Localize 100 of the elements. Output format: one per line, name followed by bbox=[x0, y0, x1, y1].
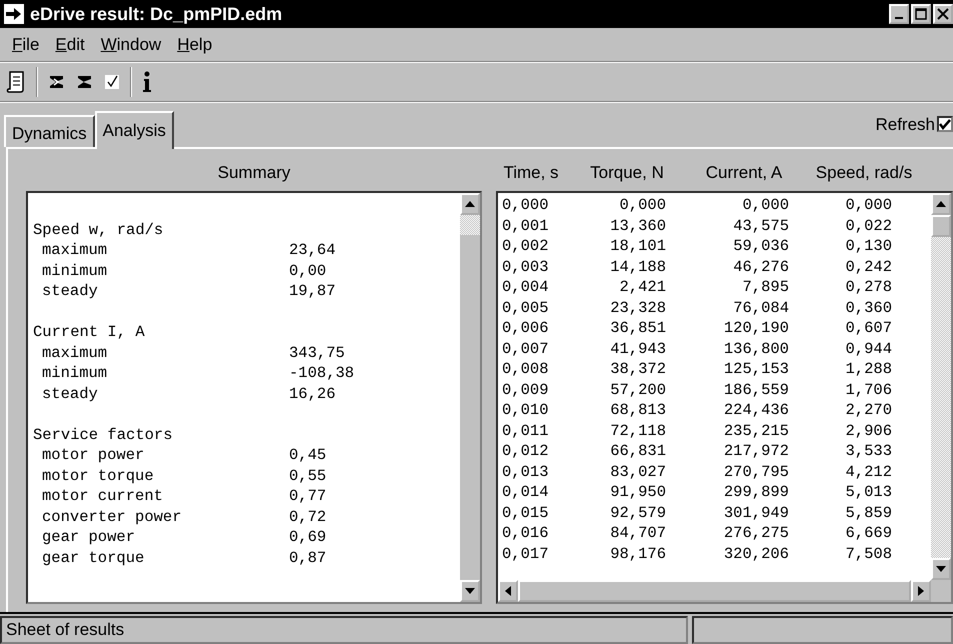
scrollbar-thumb[interactable] bbox=[931, 215, 951, 237]
table-cell-text: 18,101 bbox=[609, 236, 666, 256]
summary-value: 0,72 bbox=[289, 506, 326, 527]
tab[interactable]: Analysis bbox=[94, 111, 174, 149]
refresh-label: Refresh bbox=[875, 114, 935, 136]
refresh-checkbox[interactable] bbox=[937, 116, 953, 132]
table-cell-text: 0,002 bbox=[502, 236, 550, 256]
summary-label: converter power bbox=[41, 506, 182, 527]
status-text: Sheet of results bbox=[0, 616, 688, 644]
table-cell-text: 125,153 bbox=[722, 359, 789, 380]
table-cell-text: 5,859 bbox=[844, 502, 892, 523]
menu-item[interactable]: Window bbox=[92, 32, 170, 58]
table-cell-text: 46,276 bbox=[732, 256, 789, 277]
sigma-arrow-icon[interactable] bbox=[48, 74, 66, 90]
scrollbar-thumb[interactable] bbox=[518, 580, 911, 602]
up-arrow-icon bbox=[465, 201, 475, 207]
menu-item[interactable]: File bbox=[4, 32, 48, 58]
table-cell-text: 0,017 bbox=[502, 544, 550, 564]
summary-label: motor power bbox=[41, 445, 144, 466]
up-arrow-icon bbox=[936, 201, 946, 207]
table-cell-text: 68,813 bbox=[609, 400, 666, 420]
table-cell-text: 301,949 bbox=[722, 502, 789, 523]
table-cell-text: 4,212 bbox=[844, 462, 892, 482]
table-cell-text: 235,215 bbox=[722, 420, 789, 441]
close-icon bbox=[937, 8, 949, 20]
menu-item[interactable]: Help bbox=[169, 32, 220, 58]
table-cell-text: 14,188 bbox=[609, 256, 666, 277]
table-cell-text: 0,003 bbox=[502, 256, 550, 277]
table-cell-text: 0,004 bbox=[502, 277, 550, 298]
table-cell-text: 0,008 bbox=[502, 359, 550, 380]
table-cell-text: 276,275 bbox=[722, 523, 789, 544]
table-cell-text: 0,009 bbox=[502, 380, 550, 400]
summary-label: motor torque bbox=[41, 466, 154, 486]
table-cell-text: 0,944 bbox=[844, 338, 892, 359]
table-cell-text: 5,013 bbox=[844, 482, 892, 502]
summary-value: 19,87 bbox=[289, 281, 336, 302]
summary-label: motor current bbox=[41, 486, 163, 506]
close-button[interactable] bbox=[933, 4, 953, 24]
column-header: Speed, rad/s bbox=[814, 162, 914, 184]
summary-value: -108,38 bbox=[289, 363, 354, 384]
table-cell-text: 72,118 bbox=[609, 420, 666, 441]
table-cell-text: 0,006 bbox=[502, 318, 550, 338]
table-cell-text: 13,360 bbox=[609, 216, 666, 236]
scroll-left-button[interactable] bbox=[498, 580, 518, 602]
table-cell-text: 41,943 bbox=[609, 338, 666, 359]
summary-label: steady bbox=[41, 281, 98, 302]
maximize-button[interactable] bbox=[911, 4, 931, 24]
summary-label: minimum bbox=[41, 363, 108, 384]
down-arrow-icon bbox=[936, 566, 946, 572]
left-arrow-icon bbox=[505, 586, 511, 596]
table-cell-text: 43,575 bbox=[732, 216, 789, 236]
table-cell-text: 0,010 bbox=[502, 400, 550, 420]
summary-value: 23,64 bbox=[289, 240, 336, 260]
table-cell-text: 0,000 bbox=[618, 195, 666, 216]
scroll-right-button[interactable] bbox=[911, 580, 931, 602]
table-cell-text: 0,012 bbox=[502, 441, 550, 462]
summary-label: maximum bbox=[41, 342, 108, 363]
right-arrow-icon bbox=[918, 586, 924, 596]
table-cell-text: 0,014 bbox=[502, 482, 550, 502]
scroll-icon[interactable] bbox=[6, 70, 26, 94]
minimize-button[interactable] bbox=[889, 4, 909, 24]
section-heading: Current I, A bbox=[33, 322, 146, 342]
scroll-up-button[interactable] bbox=[931, 193, 951, 215]
table-cell-text: 2,906 bbox=[844, 420, 892, 441]
summary-label: gear torque bbox=[41, 548, 144, 568]
summary-value: 0,77 bbox=[289, 486, 326, 506]
sigma-icon[interactable] bbox=[76, 74, 94, 90]
menu-item[interactable]: Edit bbox=[47, 32, 93, 58]
column-header: Time, s bbox=[502, 162, 560, 184]
table-cell-text: 59,036 bbox=[732, 236, 789, 256]
table-cell-text: 91,950 bbox=[609, 482, 666, 502]
table-cell-text: 3,533 bbox=[844, 441, 892, 462]
table-cell-text: 0,130 bbox=[844, 236, 892, 256]
window-title: eDrive result: Dc_pmPID.edm bbox=[30, 2, 282, 26]
table-cell-text: 92,579 bbox=[609, 502, 666, 523]
check-icon[interactable] bbox=[104, 74, 120, 90]
table-cell-text: 186,559 bbox=[722, 380, 789, 400]
summary-value: 0,55 bbox=[289, 466, 326, 486]
table-cell-text: 84,707 bbox=[609, 523, 666, 544]
table-cell-text: 38,372 bbox=[609, 359, 666, 380]
table-cell-text: 0,000 bbox=[741, 195, 789, 216]
table-cell-text: 76,084 bbox=[732, 298, 789, 318]
table-cell-text: 66,831 bbox=[609, 441, 666, 462]
table-cell-text: 0,013 bbox=[502, 462, 550, 482]
scrollbar-thumb[interactable] bbox=[460, 215, 480, 235]
scroll-up-button[interactable] bbox=[460, 193, 480, 215]
table-cell-text: 1,288 bbox=[844, 359, 892, 380]
summary-value: 0,00 bbox=[289, 260, 326, 281]
summary-label: maximum bbox=[41, 240, 108, 260]
info-icon[interactable] bbox=[142, 70, 152, 94]
summary-value: 16,26 bbox=[289, 384, 336, 404]
table-cell-text: 120,190 bbox=[722, 318, 789, 338]
table-cell-text: 0,360 bbox=[844, 298, 892, 318]
table-cell-text: 299,899 bbox=[722, 482, 789, 502]
scroll-down-button[interactable] bbox=[460, 580, 480, 602]
scroll-down-button[interactable] bbox=[931, 558, 951, 580]
table-cell-text: 0,001 bbox=[502, 216, 550, 236]
table-cell-text: 7,508 bbox=[844, 544, 892, 564]
tab[interactable]: Dynamics bbox=[4, 115, 95, 147]
minimize-icon bbox=[895, 17, 903, 19]
